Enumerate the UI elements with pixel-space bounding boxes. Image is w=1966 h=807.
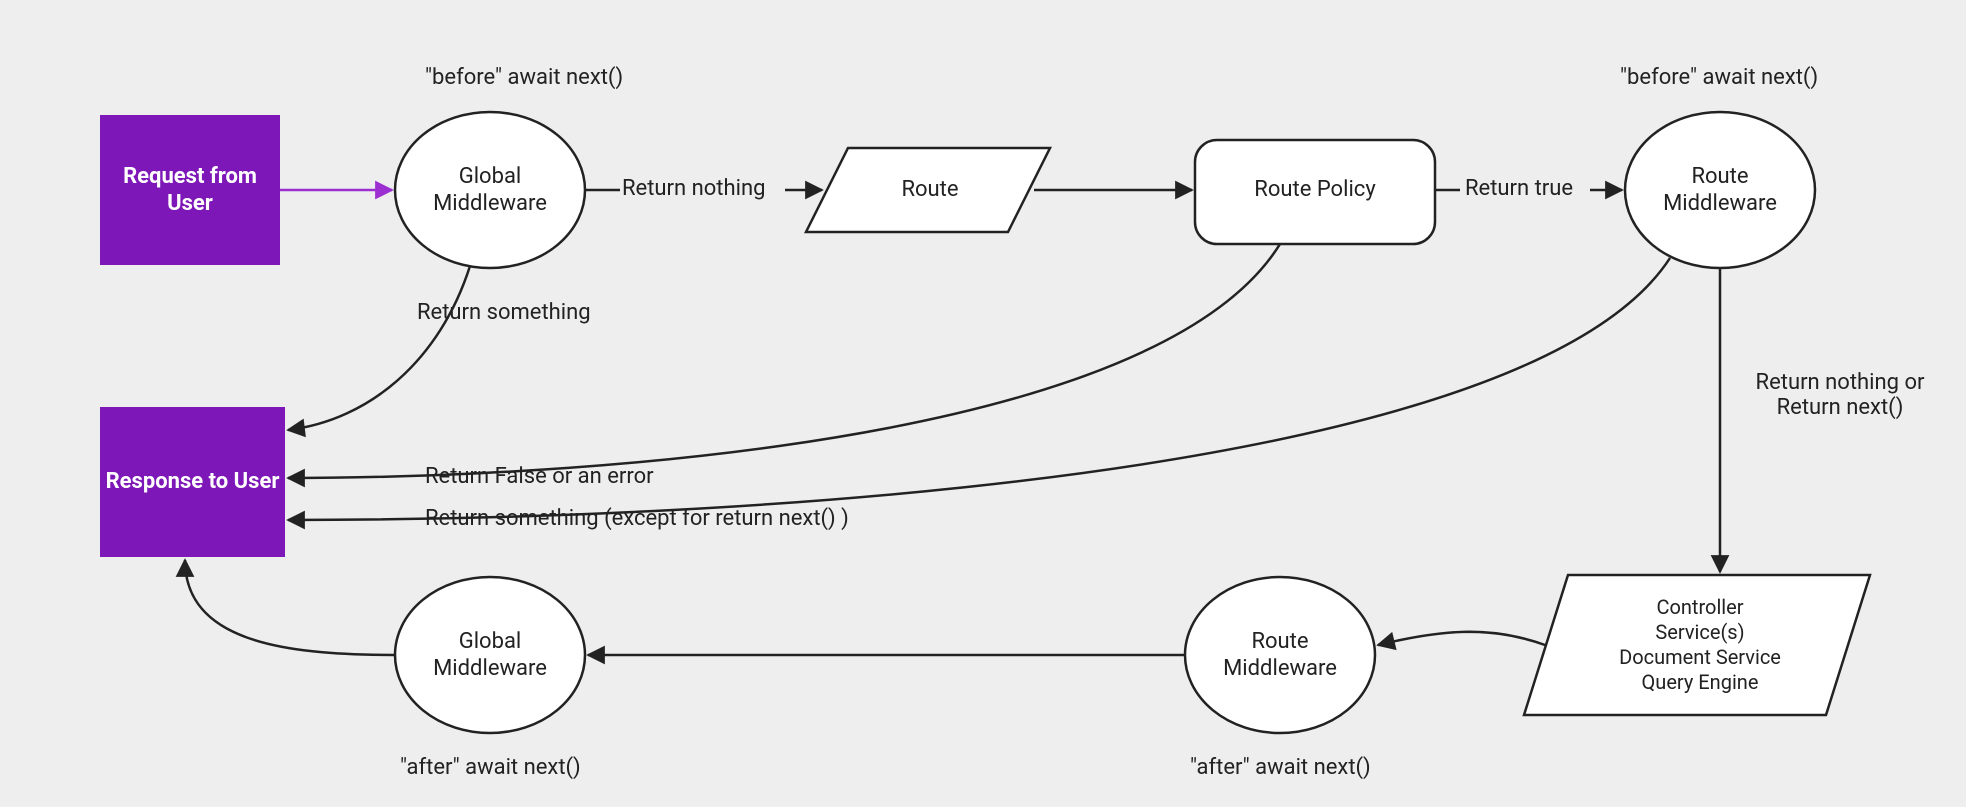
route-middleware-bottom-text: Route Middleware — [1185, 615, 1375, 695]
before-label-left: "before" await next() — [425, 65, 623, 90]
request-label: Request from User — [100, 163, 280, 218]
return-true-label: Return true — [1465, 176, 1573, 201]
global-middleware-bottom-text: Global Middleware — [395, 615, 585, 695]
route-middleware-top-text: Route Middleware — [1625, 150, 1815, 230]
return-nothing-or-next-label: Return nothing or Return next() — [1740, 370, 1940, 420]
request-node: Request from User — [100, 115, 280, 265]
return-nothing-label: Return nothing — [622, 176, 765, 201]
return-false-error-label: Return False or an error — [425, 464, 654, 489]
route-policy-text: Route Policy — [1195, 170, 1435, 210]
return-something-label: Return something — [417, 300, 591, 325]
response-node: Response to User — [100, 407, 285, 557]
before-label-right: "before" await next() — [1620, 65, 1818, 90]
route-text: Route — [855, 170, 1005, 210]
after-label-right: "after" await next() — [1190, 755, 1371, 780]
diagram-canvas: Request from User Response to User Globa… — [0, 0, 1966, 807]
controller-text: Controller Service(s) Document Service Q… — [1560, 580, 1840, 710]
arrow-controller-to-routemw-bottom — [1378, 632, 1545, 645]
arrow-policy-to-response — [288, 244, 1280, 478]
arrow-globalmw-top-to-response — [288, 266, 470, 430]
after-label-left: "after" await next() — [400, 755, 581, 780]
response-label: Response to User — [106, 468, 280, 496]
return-something-except-label: Return something (except for return next… — [425, 506, 849, 531]
arrow-globalmw-bottom-to-response — [185, 560, 395, 655]
global-middleware-top-text: Global Middleware — [395, 150, 585, 230]
